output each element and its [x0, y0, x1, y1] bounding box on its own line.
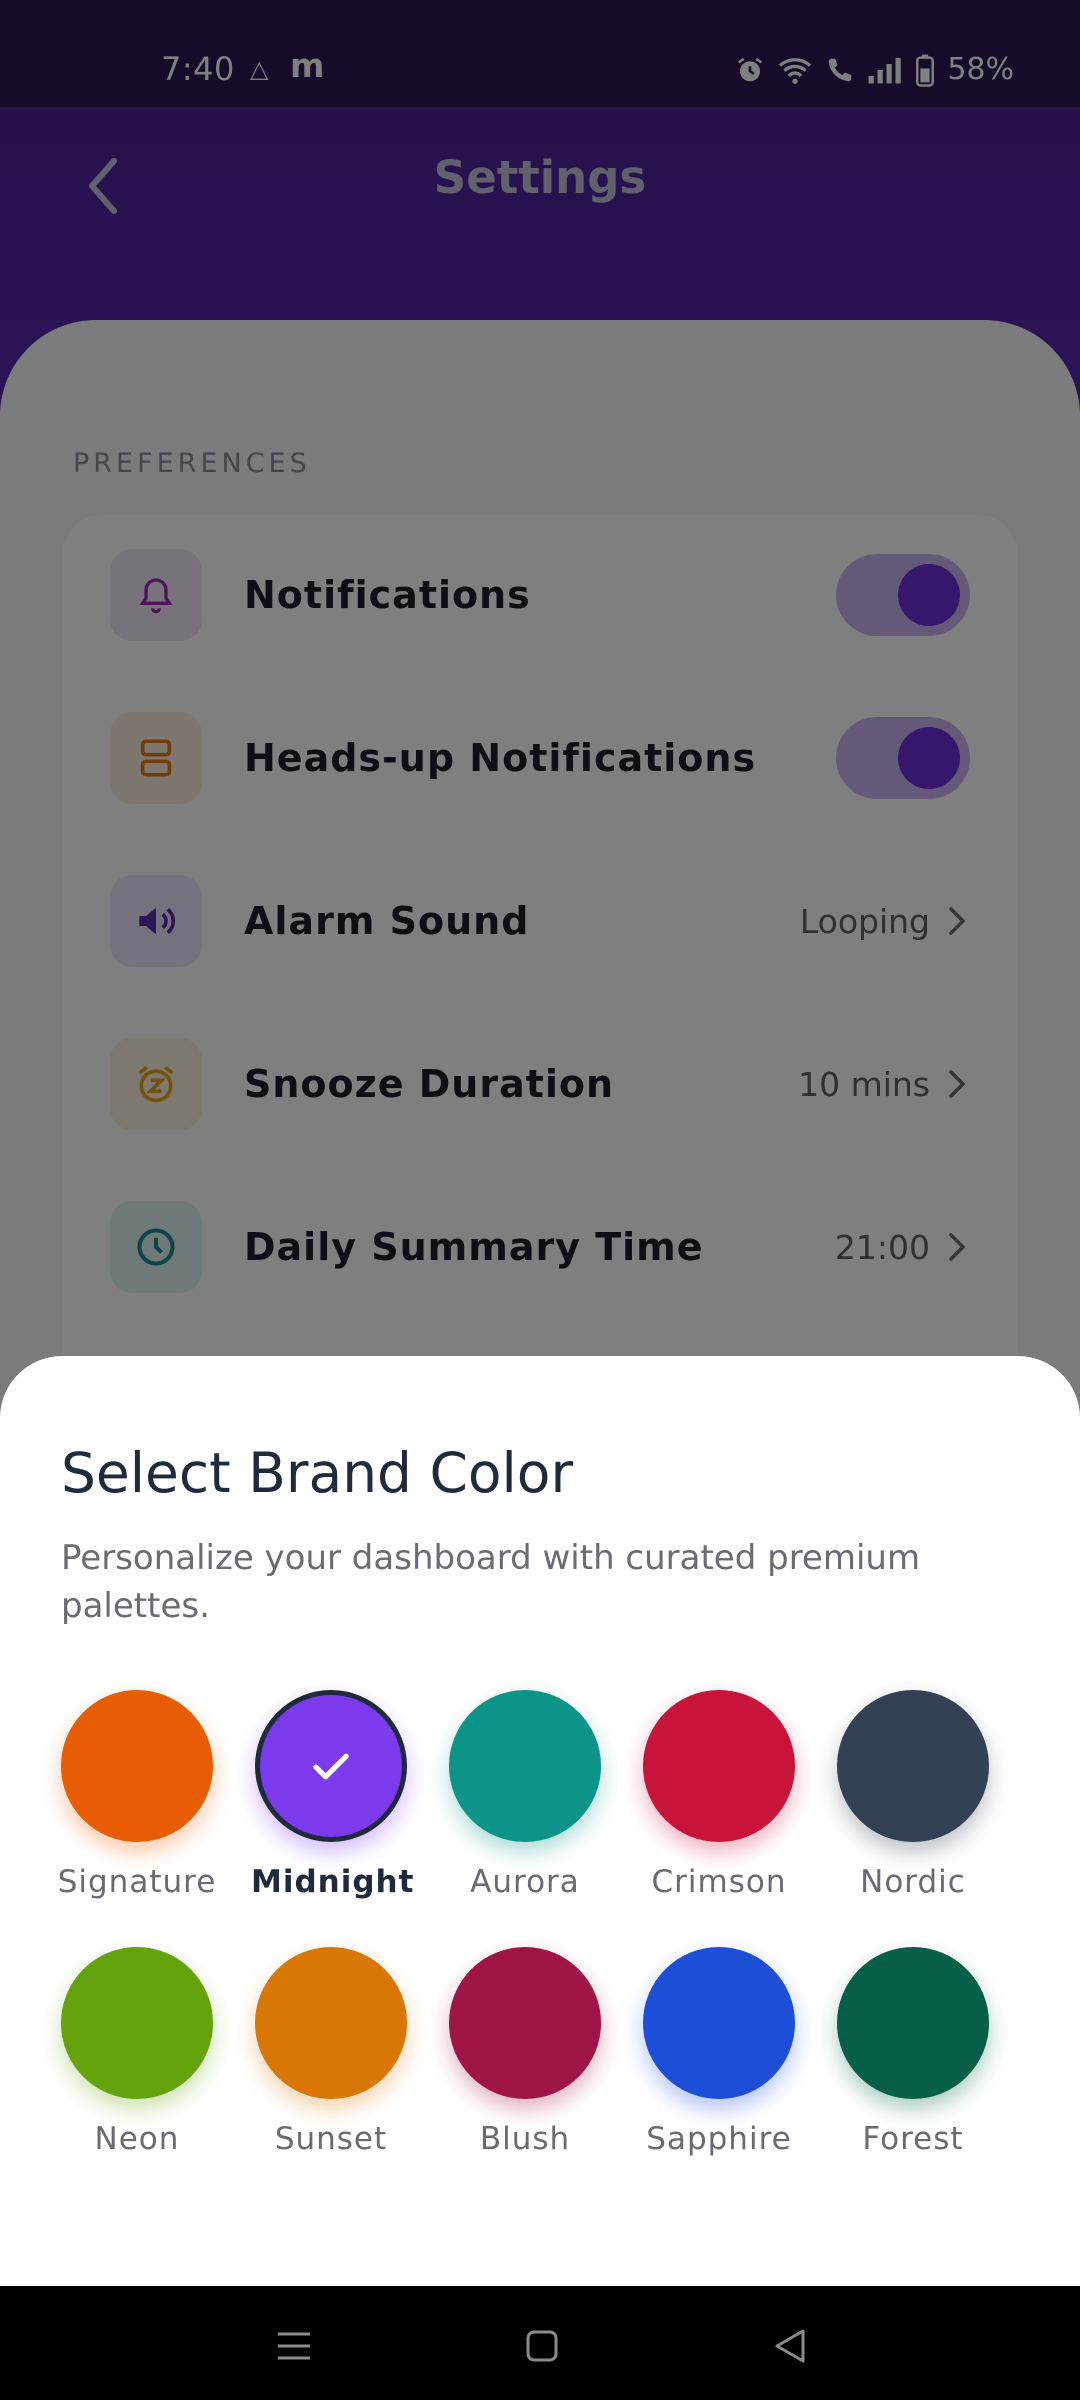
sheet-subtitle: Personalize your dashboard with curated …: [61, 1538, 921, 1626]
color-swatch-forest[interactable]: Forest: [833, 1947, 993, 2157]
color-swatch-crimson[interactable]: Crimson: [639, 1690, 799, 1900]
color-swatch-aurora[interactable]: Aurora: [445, 1690, 605, 1900]
color-swatch-midnight[interactable]: Midnight: [251, 1690, 415, 1900]
color-circle[interactable]: [643, 1947, 795, 2099]
brand-color-sheet: Select Brand Color Personalize your dash…: [0, 1356, 1080, 2286]
color-swatch-label: Midnight: [251, 1864, 415, 1900]
color-circle[interactable]: [837, 1690, 989, 1842]
color-circle[interactable]: [837, 1947, 989, 2099]
back-icon[interactable]: [760, 2316, 820, 2376]
color-swatch-label: Forest: [862, 2121, 964, 2157]
color-swatch-label: Signature: [57, 1864, 217, 1900]
color-swatch-label: Neon: [94, 2121, 180, 2157]
color-swatch-blush[interactable]: Blush: [445, 1947, 605, 2157]
menu-icon[interactable]: [264, 2316, 324, 2376]
system-nav-bar: [0, 2286, 1080, 2400]
color-swatch-label: Nordic: [860, 1864, 966, 1900]
color-circle[interactable]: [255, 1947, 407, 2099]
color-swatch-label: Sapphire: [646, 2121, 792, 2157]
color-circle[interactable]: [449, 1947, 601, 2099]
color-circle[interactable]: [643, 1690, 795, 1842]
home-icon[interactable]: [512, 2316, 572, 2376]
color-swatch-sunset[interactable]: Sunset: [251, 1947, 411, 2157]
color-swatch-nordic[interactable]: Nordic: [833, 1690, 993, 1900]
color-swatch-label: Crimson: [651, 1864, 787, 1900]
color-circle[interactable]: [61, 1947, 213, 2099]
color-swatch-signature[interactable]: Signature: [57, 1690, 217, 1900]
color-circle[interactable]: [449, 1690, 601, 1842]
color-swatch-label: Aurora: [470, 1864, 580, 1900]
color-circle[interactable]: [255, 1690, 407, 1842]
check-icon: [313, 1753, 349, 1780]
sheet-title: Select Brand Color: [61, 1441, 574, 1505]
color-swatch-label: Sunset: [274, 2121, 388, 2157]
color-swatch-label: Blush: [479, 2121, 571, 2157]
color-swatch-neon[interactable]: Neon: [57, 1947, 217, 2157]
color-circle[interactable]: [61, 1690, 213, 1842]
color-swatch-sapphire[interactable]: Sapphire: [639, 1947, 799, 2157]
